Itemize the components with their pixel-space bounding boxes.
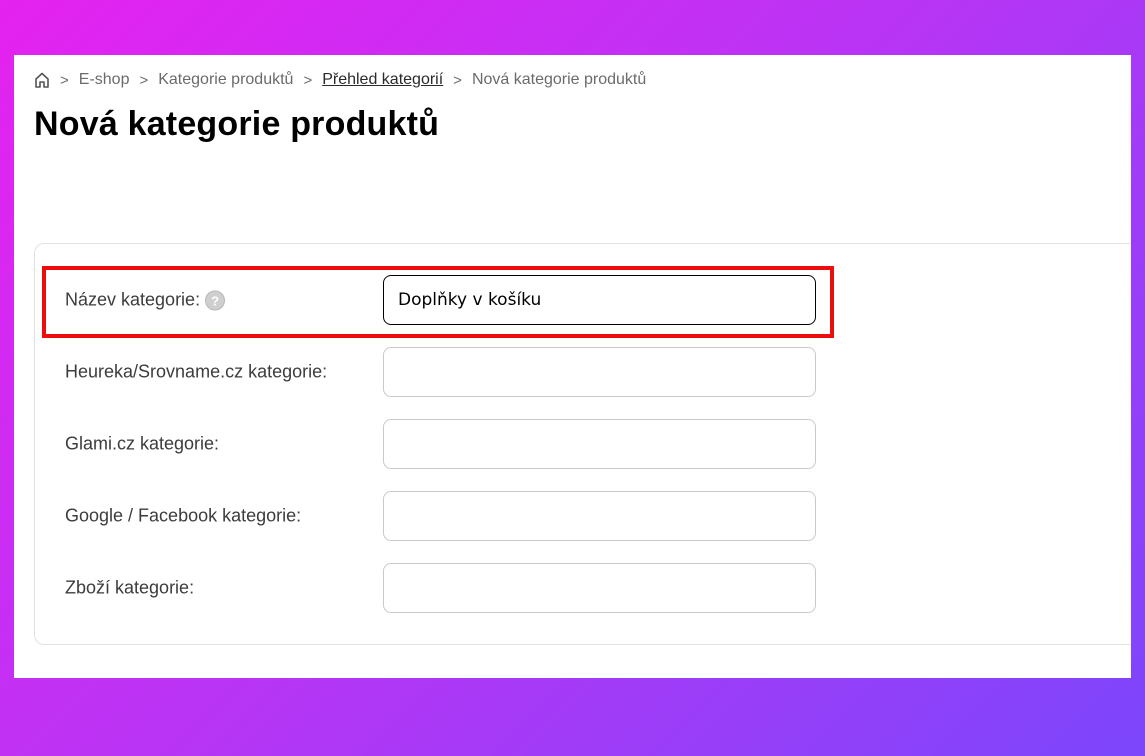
breadcrumb-separator: > xyxy=(453,71,462,89)
breadcrumb-separator: > xyxy=(139,71,149,89)
breadcrumb-separator: > xyxy=(60,71,69,89)
form-row-category-name: Název kategorie: ? xyxy=(35,275,935,325)
breadcrumb: > E-shop > Kategorie produktů > Přehled … xyxy=(34,71,646,89)
zbozi-category-input[interactable] xyxy=(383,563,816,613)
category-name-label: Název kategorie: ? xyxy=(65,289,226,311)
breadcrumb-item-current: Nová kategorie produktů xyxy=(471,71,647,88)
form-row-heureka-category: Heureka/Srovname.cz kategorie: xyxy=(35,347,935,397)
heureka-category-label: Heureka/Srovname.cz kategorie: xyxy=(65,361,328,382)
category-name-label-text: Název kategorie: xyxy=(65,289,201,310)
google-facebook-category-input[interactable] xyxy=(383,491,816,541)
category-form: Název kategorie: ? Heureka/Srovname.cz k… xyxy=(34,243,1131,645)
category-name-input[interactable] xyxy=(383,275,816,325)
google-facebook-category-label: Google / Facebook kategorie: xyxy=(65,505,302,526)
glami-category-label: Glami.cz kategorie: xyxy=(65,433,220,454)
form-row-glami-category: Glami.cz kategorie: xyxy=(35,419,935,469)
breadcrumb-item-eshop[interactable]: E-shop xyxy=(79,71,130,89)
help-icon[interactable]: ? xyxy=(205,290,226,310)
home-icon[interactable] xyxy=(34,71,50,89)
breadcrumb-item-product-categories[interactable]: Kategorie produktů xyxy=(158,71,293,89)
heureka-category-input[interactable] xyxy=(383,347,816,397)
page-title: Nová kategorie produktů xyxy=(34,105,440,143)
content-panel: > E-shop > Kategorie produktů > Přehled … xyxy=(14,55,1131,678)
form-row-zbozi-category: Zboží kategorie: xyxy=(35,563,935,613)
form-row-google-facebook-category: Google / Facebook kategorie: xyxy=(35,491,935,541)
breadcrumb-item-category-overview[interactable]: Přehled kategorií xyxy=(322,71,443,89)
breadcrumb-separator: > xyxy=(303,71,313,89)
glami-category-input[interactable] xyxy=(383,419,816,469)
zbozi-category-label: Zboží kategorie: xyxy=(65,577,195,598)
